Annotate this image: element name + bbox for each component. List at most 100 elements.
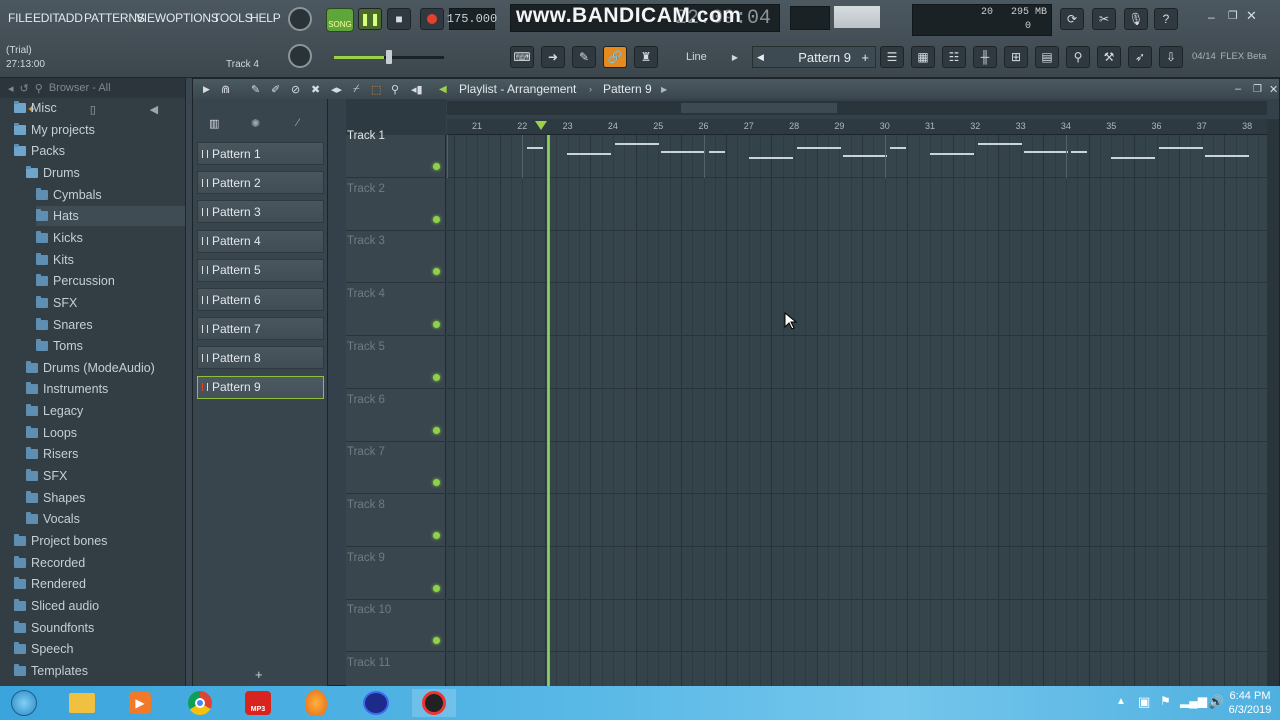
pattern-clip[interactable]: Pattern 6 [884,135,1068,178]
pattern-clip[interactable] [447,135,479,178]
audio-icon[interactable]: ✺ [251,117,260,130]
play-arrow-icon[interactable]: ▶ [203,84,210,95]
browser-item-speech[interactable]: Speech [14,639,184,659]
playback-tool-icon[interactable]: ◂▮ [411,83,423,96]
slip-tool-icon[interactable]: ◂▸ [331,83,342,96]
track-enable-led[interactable] [433,426,440,434]
browser-item-cymbals[interactable]: Cymbals [36,185,185,205]
snap-selector[interactable]: Line ▶ [676,47,744,67]
close-app-icon[interactable]: ✕ [1246,8,1257,24]
pattern-item[interactable]: Pattern 5 [197,258,324,282]
online-icon[interactable]: ➶ [1128,46,1152,68]
browser-item-risers[interactable]: Risers [26,444,185,464]
delete-tool-icon[interactable]: ⊘ [291,83,300,96]
mic-icon[interactable]: 🎙 [1124,8,1148,30]
playlist-grid[interactable]: Pattern 5 Pattern 5 Pattern 6 Pattern 6 [447,135,1267,686]
maximize-window-icon[interactable]: ❐ [1253,84,1262,95]
pattern-selector[interactable]: ◀ Pattern 9 + [752,46,876,68]
menu-file[interactable]: FILE [8,11,33,25]
mixer-icon[interactable]: ╫ [973,46,997,68]
metronome-icon[interactable]: ♜ [634,46,658,68]
pattern-item[interactable]: Pattern 7 [197,317,324,341]
start-button[interactable] [2,689,46,717]
track-header[interactable]: Track 2 [346,178,446,231]
pen-icon[interactable]: ✎ [572,46,596,68]
network-icon[interactable]: ▂▄▆ [1180,694,1207,708]
show-hidden-icons[interactable]: ▲ [1116,696,1126,707]
clock[interactable]: 6:44 PM 6/3/2019 [1222,689,1278,717]
track-enable-led[interactable] [433,321,440,329]
track-enable-led[interactable] [433,637,440,645]
track-header[interactable]: Track 7 [346,441,446,495]
add-pattern-icon[interactable]: + [861,50,869,65]
plugin-icon[interactable]: ⚲ [1066,46,1090,68]
browser-item-hats[interactable]: Hats [36,206,185,227]
zoom-tool-icon[interactable]: ⚲ [391,83,399,96]
file-explorer-icon[interactable] [60,689,104,717]
arrangement-arrow-icon[interactable]: ◀ [439,84,447,95]
fl-studio-icon[interactable] [294,689,338,717]
track-header[interactable]: Track 3 [346,230,446,284]
browser-item-toms[interactable]: Toms [36,336,185,356]
maximize-app-icon[interactable]: ❐ [1228,9,1238,22]
browser-item-loops[interactable]: Loops [26,423,185,443]
menu-add[interactable]: ADD [58,11,83,25]
browser-item-soundfonts[interactable]: Soundfonts [14,618,184,638]
browser-item-drums[interactable]: Drums [26,163,185,183]
scrollbar-vertical[interactable] [1267,119,1279,686]
browser-item-percussion[interactable]: Percussion [36,271,185,291]
track-enable-led[interactable] [433,373,440,381]
browser-item-my-projects[interactable]: My projects [14,120,184,140]
close-window-icon[interactable]: ✕ [1269,83,1278,96]
menu-options[interactable]: OPTIONS [166,11,219,25]
browser-item-instruments[interactable]: Instruments [26,379,185,399]
help-icon[interactable]: ? [1154,8,1178,30]
pattern-clip[interactable]: Pattern 5 [703,135,887,178]
bandicam-icon[interactable] [412,689,456,717]
automation-icon[interactable]: ⁄ [297,117,299,129]
refresh-icon[interactable]: ⟳ [1060,8,1084,30]
pattern-item[interactable]: Pattern 1 [197,142,324,165]
minimize-app-icon[interactable]: – [1208,10,1215,24]
add-track-icon[interactable]: + [255,667,263,682]
step-edit-icon[interactable]: ➜ [541,46,565,68]
master-volume-slider[interactable] [334,50,444,64]
download-icon[interactable]: ⇩ [1159,46,1183,68]
link-icon[interactable]: 🔗 [603,46,627,68]
browser-item-misc[interactable]: Misc [14,98,184,118]
collapse-icon[interactable]: ↺ [20,82,29,95]
tempo-display[interactable]: 175.000 [447,8,497,30]
track-header[interactable]: Track 6 [346,389,446,442]
typing-keyboard-icon[interactable]: ⌨ [510,46,534,68]
magnet-icon[interactable]: ⋒ [221,83,230,96]
track-header[interactable]: Track 4 [346,283,446,337]
pause-button[interactable]: ❚❚ [358,8,382,30]
playhead-marker-icon[interactable] [535,121,547,130]
headphones-icon[interactable] [354,689,398,717]
minimize-window-icon[interactable]: – [1235,83,1241,95]
piano-icon[interactable]: ▥ [209,117,219,130]
search-icon[interactable]: ⚲ [35,82,43,95]
browser-item-shapes[interactable]: Shapes [26,488,185,508]
browser-item-kits[interactable]: Kits [36,250,185,270]
tray-app-icon[interactable]: ▣ [1138,694,1150,710]
browser-item-sfx[interactable]: SFX [36,293,185,313]
pattern-item[interactable]: Pattern 9 [197,375,324,399]
browser-item-templates[interactable]: Templates [14,661,184,681]
master-knob[interactable] [288,7,312,31]
track-header[interactable]: Track 9 [346,547,446,600]
browser-item-legacy[interactable]: Legacy [26,401,185,421]
piano-roll-icon[interactable]: ▦ [911,46,935,68]
record-button[interactable] [420,8,444,30]
browser-item-project-bones[interactable]: Project bones [14,531,184,551]
paint-tool-icon[interactable]: ✐ [271,83,280,96]
cut-icon[interactable]: ✂ [1092,8,1116,30]
song-mode-button[interactable]: SONG [326,8,354,32]
back-arrow-icon[interactable]: ◂ [8,82,14,95]
plugin-picker-icon[interactable]: ⊞ [1004,46,1028,68]
menu-view[interactable]: VIEW [136,11,166,25]
channel-rack-icon[interactable]: ☷ [942,46,966,68]
track-enable-led[interactable] [433,584,440,592]
playlist-icon[interactable]: ☰ [880,46,904,68]
chrome-icon[interactable] [178,689,222,717]
